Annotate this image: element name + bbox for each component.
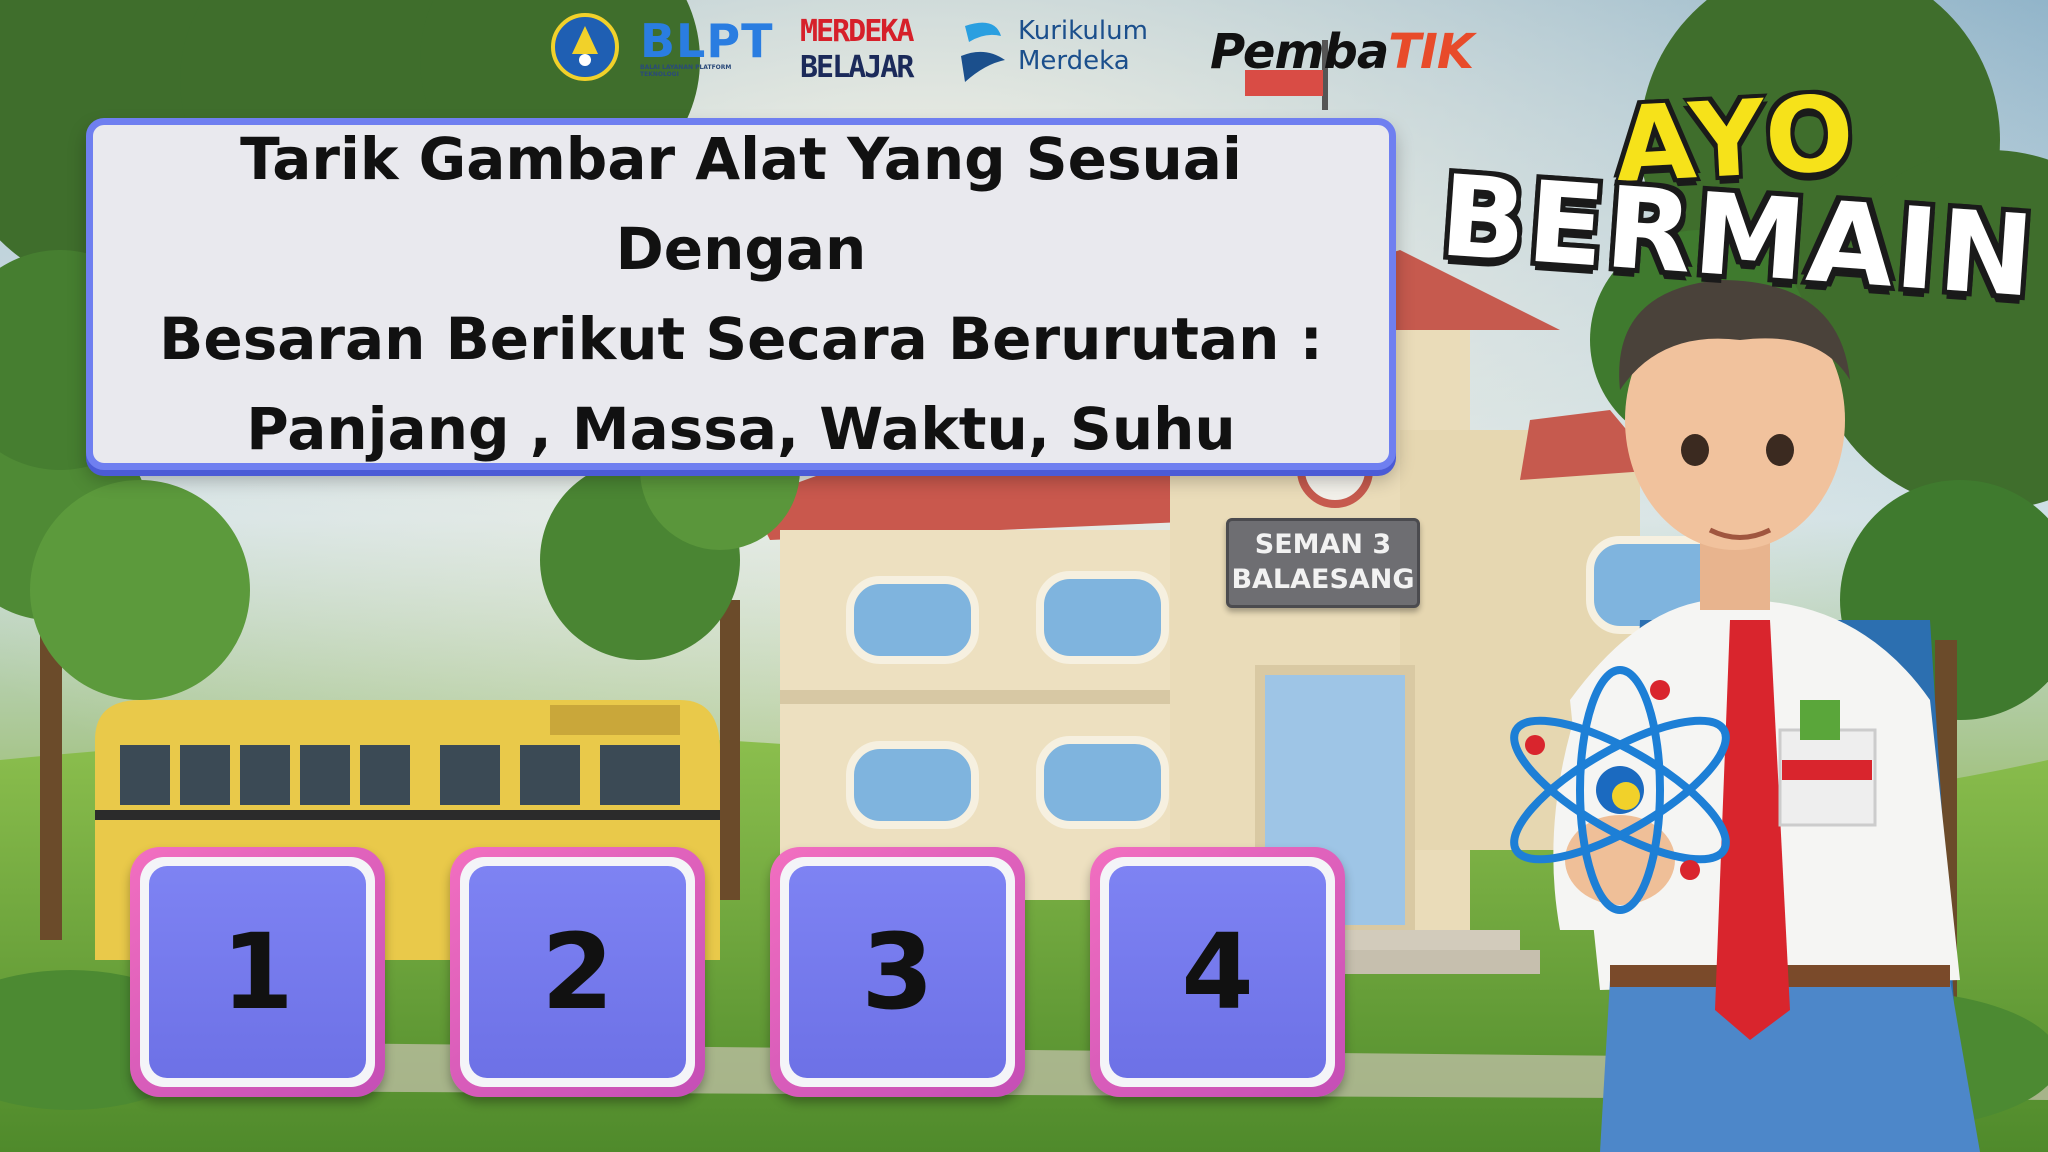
drop-slot-3[interactable]: 3 <box>770 847 1025 1097</box>
instruction-line-2: Besaran Berikut Secara Berurutan : <box>159 305 1323 373</box>
drop-slot-face: 2 <box>469 866 686 1078</box>
school-sign-line2: BALAESANG <box>1231 564 1415 595</box>
drop-slot-4[interactable]: 4 <box>1090 847 1345 1097</box>
pembatik-logo-accent: TIK <box>1388 24 1474 80</box>
drop-slot-frame: 2 <box>460 857 695 1087</box>
instruction-panel: Tarik Gambar Alat Yang Sesuai Dengan Bes… <box>86 118 1396 470</box>
blpt-logo-text: BLPT <box>640 14 774 68</box>
instruction-line-1: Tarik Gambar Alat Yang Sesuai Dengan <box>240 125 1242 283</box>
tut-wuri-handayani-emblem <box>551 13 619 81</box>
drop-slot-face: 4 <box>1109 866 1326 1078</box>
drop-slot-frame: 4 <box>1100 857 1335 1087</box>
drop-slot-number: 2 <box>541 911 614 1033</box>
school-name-sign: SEMAN 3 BALAESANG <box>1226 518 1420 608</box>
school-sign-line1: SEMAN 3 <box>1254 529 1392 560</box>
drop-slot-frame: 1 <box>140 857 375 1087</box>
drop-slot-number: 4 <box>1181 911 1254 1033</box>
drop-slot-face: 3 <box>789 866 1006 1078</box>
drop-slot-number: 1 <box>221 911 294 1033</box>
drop-slot-face: 1 <box>149 866 366 1078</box>
blpt-logo-subtitle: BALAI LAYANAN PLATFORM TEKNOLOGI <box>640 64 732 78</box>
drop-slot-2[interactable]: 2 <box>450 847 705 1097</box>
kurikulum-merdeka-logo-line2: Merdeka <box>1018 46 1130 76</box>
drop-slot-frame: 3 <box>780 857 1015 1087</box>
drop-slot-1[interactable]: 1 <box>130 847 385 1097</box>
instruction-text: Tarik Gambar Alat Yang Sesuai Dengan Bes… <box>111 114 1371 474</box>
kurikulum-merdeka-swoosh-icon <box>961 22 1005 82</box>
pembatik-logo-text: PembaTIK <box>1210 24 1474 80</box>
merdeka-belajar-logo-line1: MERDEKA <box>800 14 914 49</box>
pembatik-logo-main: Pemba <box>1210 24 1389 80</box>
partner-logos-bar: BLPT BALAI LAYANAN PLATFORM TEKNOLOGI ME… <box>550 12 1474 92</box>
game-scene: BLPT BALAI LAYANAN PLATFORM TEKNOLOGI ME… <box>0 0 2048 1152</box>
instruction-line-3: Panjang , Massa, Waktu, Suhu <box>246 395 1236 463</box>
drop-slot-number: 3 <box>861 911 934 1033</box>
kurikulum-merdeka-logo-line1: Kurikulum <box>1018 16 1148 46</box>
merdeka-belajar-logo-line2: BELAJAR <box>800 50 914 85</box>
